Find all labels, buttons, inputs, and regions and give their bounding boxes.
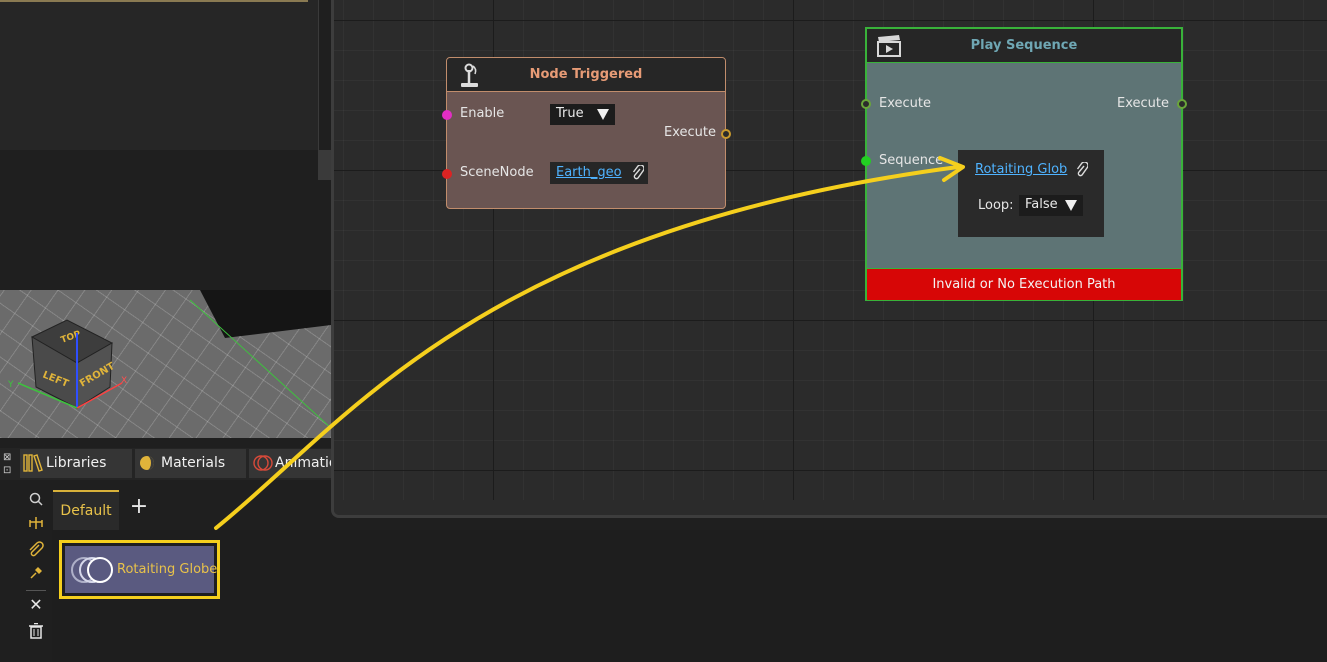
panel-dock-icon[interactable]: ⊠ ⊡: [3, 451, 15, 477]
3d-viewport[interactable]: TOP LEFT FRONT X Y: [0, 150, 331, 438]
execute-output-label: Execute: [664, 125, 716, 140]
tab-materials[interactable]: Materials: [135, 449, 246, 478]
scenenode-label: SceneNode: [460, 165, 534, 180]
library-item-tile[interactable]: Rotaiting Globe: [65, 546, 218, 593]
execute-output-pin[interactable]: [721, 129, 731, 139]
animation-rings-icon: [253, 455, 273, 471]
loop-label: Loop:: [978, 198, 1014, 213]
books-icon: [23, 454, 43, 472]
chevron-down-icon: [1065, 200, 1077, 211]
enable-dropdown[interactable]: True: [550, 104, 615, 125]
material-sphere-icon: [140, 456, 154, 470]
play-sequence-header[interactable]: Play Sequence: [867, 29, 1181, 63]
close-icon[interactable]: ✕: [24, 594, 48, 616]
error-banner: Invalid or No Execution Path: [867, 268, 1181, 300]
execute-input-label: Execute: [879, 96, 931, 111]
panel-divider: [0, 0, 308, 2]
error-message: Invalid or No Execution Path: [932, 277, 1116, 292]
graph-footer: [334, 500, 1327, 515]
enable-label: Enable: [460, 106, 505, 121]
sequence-label: Sequence: [879, 153, 944, 168]
node-triggered-header[interactable]: Node Triggered: [447, 58, 725, 92]
execute-input-pin[interactable]: [861, 99, 871, 109]
search-icon[interactable]: [24, 488, 48, 510]
tab-materials-label: Materials: [161, 455, 226, 471]
axis-x-label: X: [121, 376, 127, 386]
execute-output-pin[interactable]: [1177, 99, 1187, 109]
enable-input-pin[interactable]: [442, 110, 452, 120]
viewcube[interactable]: TOP LEFT FRONT X Y: [0, 305, 140, 435]
tab-default[interactable]: Default: [53, 490, 119, 530]
hierarchy-icon[interactable]: [24, 512, 48, 534]
library-item-label: Rotaiting Globe: [117, 562, 218, 577]
scenenode-input-pin[interactable]: [442, 169, 452, 179]
sequence-input-pin[interactable]: [861, 156, 871, 166]
pin-icon[interactable]: [24, 562, 48, 584]
sequence-link[interactable]: Rotaiting Glob: [975, 162, 1067, 177]
paperclip-icon[interactable]: [1076, 162, 1088, 178]
scenenode-field[interactable]: Earth_geo: [550, 162, 648, 184]
tab-animation-label: Animation: [275, 455, 331, 471]
trash-icon[interactable]: [24, 620, 48, 642]
scenenode-link[interactable]: Earth_geo: [556, 165, 622, 180]
sequence-options-panel: Rotaiting Glob Loop: False: [958, 150, 1104, 237]
loop-dropdown[interactable]: False: [1019, 195, 1083, 216]
toolbar-divider: [26, 590, 46, 591]
node-triggered-title: Node Triggered: [529, 67, 643, 82]
tab-libraries[interactable]: Libraries: [20, 449, 132, 478]
paperclip-icon[interactable]: [24, 538, 48, 560]
enable-value: True: [556, 106, 584, 121]
execute-output-label: Execute: [1117, 96, 1169, 111]
tab-libraries-label: Libraries: [46, 455, 107, 471]
loop-value: False: [1025, 197, 1058, 212]
tab-animation[interactable]: Animation: [249, 449, 331, 478]
library-item-rotaiting-globe[interactable]: Rotaiting Globe: [59, 540, 220, 599]
animation-rings-icon: [71, 557, 113, 583]
axis-y-label: Y: [7, 380, 14, 390]
paperclip-icon[interactable]: [632, 165, 644, 181]
chevron-down-icon: [597, 109, 609, 120]
library-toolbar: ✕: [0, 480, 52, 662]
add-tab-button[interactable]: +: [128, 496, 150, 518]
node-triggered[interactable]: Node Triggered Enable True Execute Scene…: [442, 57, 731, 209]
play-sequence-title: Play Sequence: [970, 38, 1078, 53]
